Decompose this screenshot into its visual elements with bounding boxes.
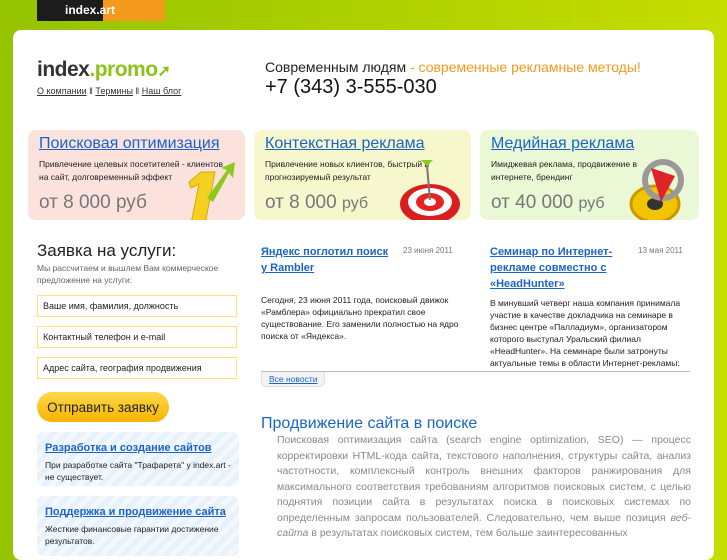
all-news-link[interactable]: Все новости <box>261 372 326 387</box>
form-title: Заявка на услуги: <box>37 241 177 260</box>
site-address-input[interactable] <box>37 357 237 379</box>
target-icon <box>400 160 460 220</box>
news-item: Яндекс поглотил поиск у Rambler 23 июня … <box>261 244 461 342</box>
price-value: от 8 000 <box>265 192 337 213</box>
top-nav: О компании ‖ Термины ‖ Наш блог <box>37 86 182 96</box>
promo-desc: При разработке сайта "Трафарета" у index… <box>45 460 231 482</box>
seo-heading: Продвижение сайта в поиске <box>261 415 478 432</box>
price-unit: руб <box>578 195 605 212</box>
price-value: от 40 000 <box>491 192 574 213</box>
name-input[interactable] <box>37 295 237 317</box>
phone: +7 (343) 3-555-030 <box>265 76 437 98</box>
nav-terms[interactable]: Термины <box>95 86 133 96</box>
service-card-media[interactable]: Медийная реклама Имиджевая реклама, прод… <box>480 130 699 220</box>
news-text: Сегодня, 23 июня 2011 года, поисковый дв… <box>261 295 459 341</box>
promo-title[interactable]: Разработка и создание сайтов <box>45 442 212 454</box>
service-title[interactable]: Поисковая оптимизация <box>39 135 220 152</box>
submit-request-button[interactable]: Отправить заявку <box>37 392 169 422</box>
news-title[interactable]: Семинар по Интернет-рекламе совместно с … <box>490 244 620 292</box>
news-text: В минувший четверг наша компания принима… <box>490 298 681 368</box>
promo-desc: Жесткие финансовые гарантии достижение р… <box>45 524 219 546</box>
seo-text-main: Поисковая оптимизация сайта (search engi… <box>277 434 691 524</box>
seo-text: Поисковая оптимизация сайта (search engi… <box>277 433 691 542</box>
news-item: Семинар по Интернет-рекламе совместно с … <box>490 244 690 369</box>
price-unit: руб <box>341 195 369 212</box>
news-date: 13 мая 2011 <box>638 246 683 255</box>
tagline-accent: - современные рекламные методы! <box>406 59 641 75</box>
contact-input[interactable] <box>37 326 237 348</box>
news-title[interactable]: Яндекс поглотил поиск у Rambler <box>261 244 396 276</box>
form-description: Мы рассчитаем и вышлем Вам коммерческое … <box>37 263 219 285</box>
index-art-logo[interactable]: index.art <box>65 3 115 17</box>
service-card-context[interactable]: Контекстная реклама Привлечение новых кл… <box>254 130 471 220</box>
logo-accent: .promo <box>89 58 158 81</box>
service-title[interactable]: Медийная реклама <box>491 135 634 152</box>
news-date: 23 июня 2011 <box>403 246 453 255</box>
promo-site-support: Поддержка и продвижение сайта Жесткие фин… <box>37 496 239 556</box>
promo-title[interactable]: Поддержка и продвижение сайта <box>45 506 226 518</box>
nav-blog[interactable]: Наш блог <box>142 86 182 96</box>
promo-web-development: Разработка и создание сайтов При разработ… <box>37 432 239 486</box>
service-title[interactable]: Контекстная реклама <box>265 135 425 152</box>
service-card-seo[interactable]: Поисковая оптимизация Привлечение целевы… <box>28 130 245 220</box>
nav-about[interactable]: О компании <box>37 86 87 96</box>
index-art-bar[interactable]: index.art <box>37 0 165 21</box>
film-reel-icon <box>629 159 684 220</box>
logo[interactable]: index.promo➚ <box>37 58 171 82</box>
tagline: Современным людям - современные рекламны… <box>265 59 641 75</box>
seo-text-end: в результатах поисковых систем, тем боль… <box>308 527 628 539</box>
arrow-icon: ➚ <box>157 63 171 80</box>
logo-main: index <box>37 58 90 81</box>
number-one-arrow-icon <box>188 162 235 220</box>
news-divider <box>261 371 690 372</box>
tagline-main: Современным людям <box>265 59 407 75</box>
